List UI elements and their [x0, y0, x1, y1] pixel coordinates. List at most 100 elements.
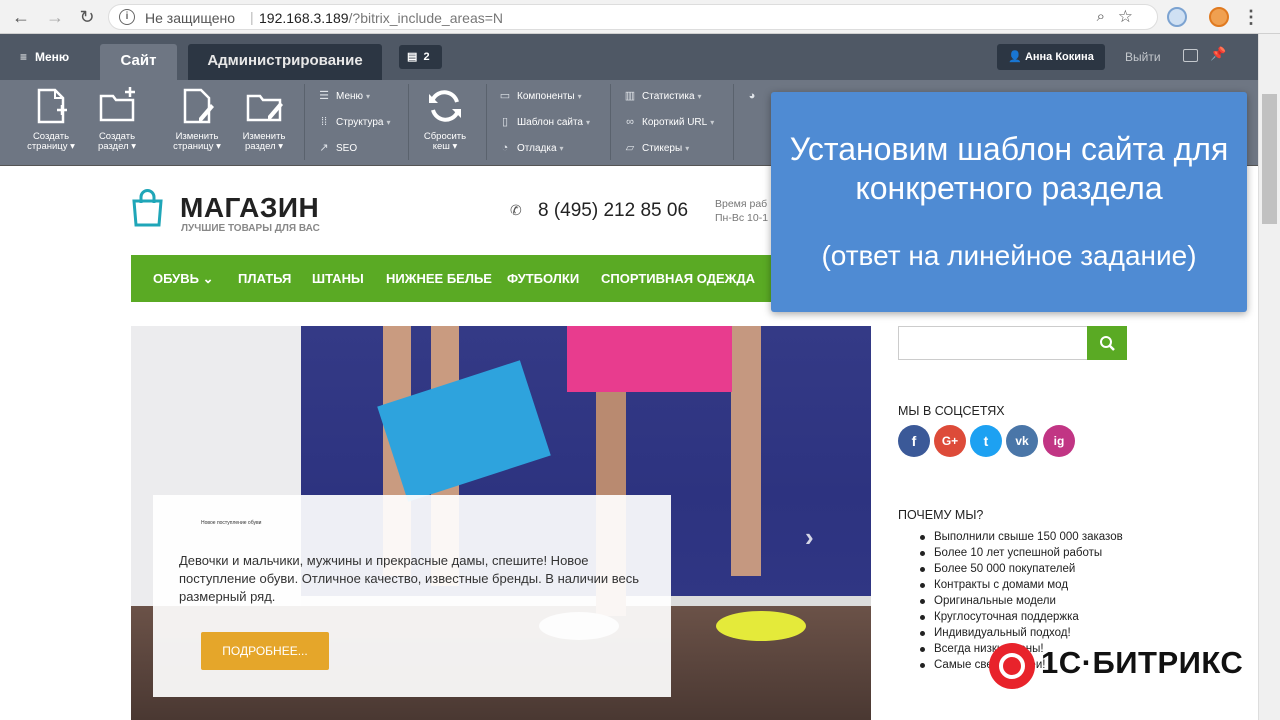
twitter-icon[interactable]: t: [970, 425, 1002, 457]
reload-icon[interactable]: ↻: [76, 6, 98, 28]
debug-icon: ◔: [501, 142, 509, 154]
address-bar[interactable]: i Не защищено | 192.168.3.189/?bitrix_in…: [108, 4, 1158, 30]
nav-item-underwear[interactable]: НИЖНЕЕ БЕЛЬЕ: [386, 271, 492, 286]
create-section-icon: [99, 87, 135, 122]
toolbar-divider: [408, 84, 409, 160]
sticker-icon: ▱: [625, 142, 635, 154]
admin-panel-top: ≡ Меню Сайт Администрирование ▤ 2 👤 Анна …: [0, 34, 1258, 80]
slide-caption: Новое поступление обуви Девочки и мальчи…: [153, 495, 671, 697]
tool-site-template[interactable]: ▯ Шаблон сайта ▾: [499, 115, 590, 130]
browser-menu-icon[interactable]: ⋮: [1240, 6, 1262, 28]
browser-toolbar: ← → ↻ i Не защищено | 192.168.3.189/?bit…: [0, 0, 1280, 34]
toolbar-divider: [304, 84, 305, 160]
create-page-icon: [37, 88, 67, 124]
bitrix-logo-icon: [989, 643, 1035, 689]
tool-stickers[interactable]: ▱ Стикеры ▾: [624, 141, 689, 156]
tutorial-callout: Установим шаблон сайта для конкретного р…: [771, 92, 1247, 312]
nav-item-pants[interactable]: ШТАНЫ: [312, 271, 364, 286]
callout-title: Установим шаблон сайта для конкретного р…: [789, 131, 1229, 206]
statistics-icon: ▥: [624, 90, 636, 102]
list-item: Более 10 лет успешной работы: [918, 545, 1123, 561]
tool-short-url[interactable]: ∞ Короткий URL ▾: [624, 115, 714, 130]
create-page-button[interactable]: Создать страницу ▾: [20, 86, 82, 152]
bitrix-logo: 1С·БИТРИКС: [989, 643, 1255, 689]
back-icon[interactable]: ←: [10, 6, 32, 28]
admin-menu-button[interactable]: ≡ Меню: [20, 50, 69, 64]
list-item: Оригинальные модели: [918, 593, 1123, 609]
hero-slider[interactable]: Новое поступление обуви Девочки и мальчи…: [131, 326, 871, 720]
zoom-icon[interactable]: ⌕: [1097, 8, 1105, 25]
nav-item-sportswear[interactable]: СПОРТИВНАЯ ОДЕЖДА: [601, 271, 755, 286]
site-logo-name[interactable]: МАГАЗИН: [180, 192, 319, 224]
site-logo-tagline: ЛУЧШИЕ ТОВАРЫ ДЛЯ ВАС: [181, 223, 320, 234]
url-host: 192.168.3.189: [259, 10, 349, 26]
tab-site[interactable]: Сайт: [100, 44, 177, 80]
scrollbar-thumb[interactable]: [1262, 94, 1277, 224]
info-icon[interactable]: i: [119, 9, 135, 25]
edit-page-icon: [183, 88, 214, 124]
google-plus-icon[interactable]: G+: [934, 425, 966, 457]
tool-template-label: Шаблон сайта: [517, 117, 583, 128]
shopping-bag-logo-icon[interactable]: [131, 189, 164, 227]
list-item: Индивидуальный подход!: [918, 625, 1123, 641]
tool-components[interactable]: ▭ Компоненты ▾: [499, 89, 582, 104]
tool-seo[interactable]: ↗ SEO: [318, 141, 357, 156]
nav-shoes-label: ОБУВЬ: [153, 271, 199, 286]
tool-menu[interactable]: ☰ Меню ▾: [318, 89, 370, 104]
nav-item-shoes[interactable]: ОБУВЬ ⌄: [153, 271, 213, 287]
search-button[interactable]: [1087, 326, 1127, 360]
edit-section-icon: [246, 94, 283, 122]
extension-icon[interactable]: [1167, 7, 1187, 27]
tool-debug-label: Отладка: [517, 143, 557, 154]
user-button[interactable]: 👤 Анна Кокина: [997, 44, 1105, 70]
url-path: /?bitrix_include_areas=N: [348, 10, 504, 26]
user-name: Анна Кокина: [1024, 51, 1094, 63]
edit-section-button[interactable]: Изменить раздел ▾: [233, 86, 295, 152]
edit-page-line2: страницу: [173, 141, 214, 152]
edit-page-button[interactable]: Изменить страницу ▾: [166, 86, 228, 152]
tool-structure-label: Структура: [336, 117, 384, 128]
tab-administration[interactable]: Администрирование: [188, 44, 382, 80]
logout-link[interactable]: Выйти: [1125, 50, 1161, 64]
create-section-line2: раздел: [97, 141, 129, 152]
link-icon: ∞: [626, 116, 634, 128]
page-scrollbar[interactable]: [1258, 34, 1280, 720]
create-section-button[interactable]: Создать раздел ▾: [86, 86, 148, 152]
bookmark-star-icon[interactable]: ☆: [1118, 7, 1133, 27]
nav-item-tshirts[interactable]: ФУТБОЛКИ: [507, 271, 579, 286]
security-label: Не защищено: [145, 10, 235, 26]
phone-icon: ✆: [510, 202, 522, 218]
search-icon: [1100, 336, 1115, 351]
chevron-down-icon: ⌄: [202, 271, 214, 286]
profile-avatar-icon[interactable]: [1209, 7, 1229, 27]
yellow-shoe-shape: [716, 611, 806, 641]
window-icon[interactable]: [1183, 49, 1198, 62]
vk-icon[interactable]: vk: [1006, 425, 1038, 457]
instagram-icon[interactable]: ig: [1043, 425, 1075, 457]
slide-small-title: Новое поступление обуви: [201, 520, 262, 526]
hamburger-icon: ≡: [20, 50, 28, 64]
slide-text: Девочки и мальчики, мужчины и прекрасные…: [179, 553, 640, 604]
facebook-icon[interactable]: f: [898, 425, 930, 457]
clear-cache-button[interactable]: Сбросить кеш ▾: [414, 86, 476, 152]
tool-structure[interactable]: ⁞⁞ Структура ▾: [318, 115, 391, 130]
tool-components-label: Компоненты: [517, 91, 575, 102]
slider-next-icon[interactable]: ›: [805, 522, 814, 553]
nav-item-dresses[interactable]: ПЛАТЬЯ: [238, 271, 291, 286]
slider-dots[interactable]: [461, 715, 557, 720]
palette-icon: ◕: [748, 90, 756, 102]
template-icon: ▯: [501, 116, 509, 128]
pin-icon[interactable]: 📌: [1210, 46, 1226, 62]
search-input[interactable]: [898, 326, 1088, 360]
tool-debug[interactable]: ◔ Отладка ▾: [499, 141, 564, 156]
why-us-title: ПОЧЕМУ МЫ?: [898, 508, 984, 522]
notifications-button[interactable]: ▤ 2: [399, 45, 442, 69]
seo-chart-icon: ↗: [319, 142, 329, 154]
notification-icon: ▤: [407, 51, 418, 63]
forward-icon[interactable]: →: [44, 6, 66, 28]
tool-palette[interactable]: ◕: [746, 89, 764, 104]
tool-statistics[interactable]: ▥ Статистика ▾: [624, 89, 702, 104]
url-text[interactable]: 192.168.3.189/?bitrix_include_areas=N: [259, 10, 503, 26]
slide-more-button[interactable]: ПОДРОБНЕЕ...: [201, 632, 329, 670]
callout-subtitle: (ответ на линейное задание): [821, 240, 1197, 271]
